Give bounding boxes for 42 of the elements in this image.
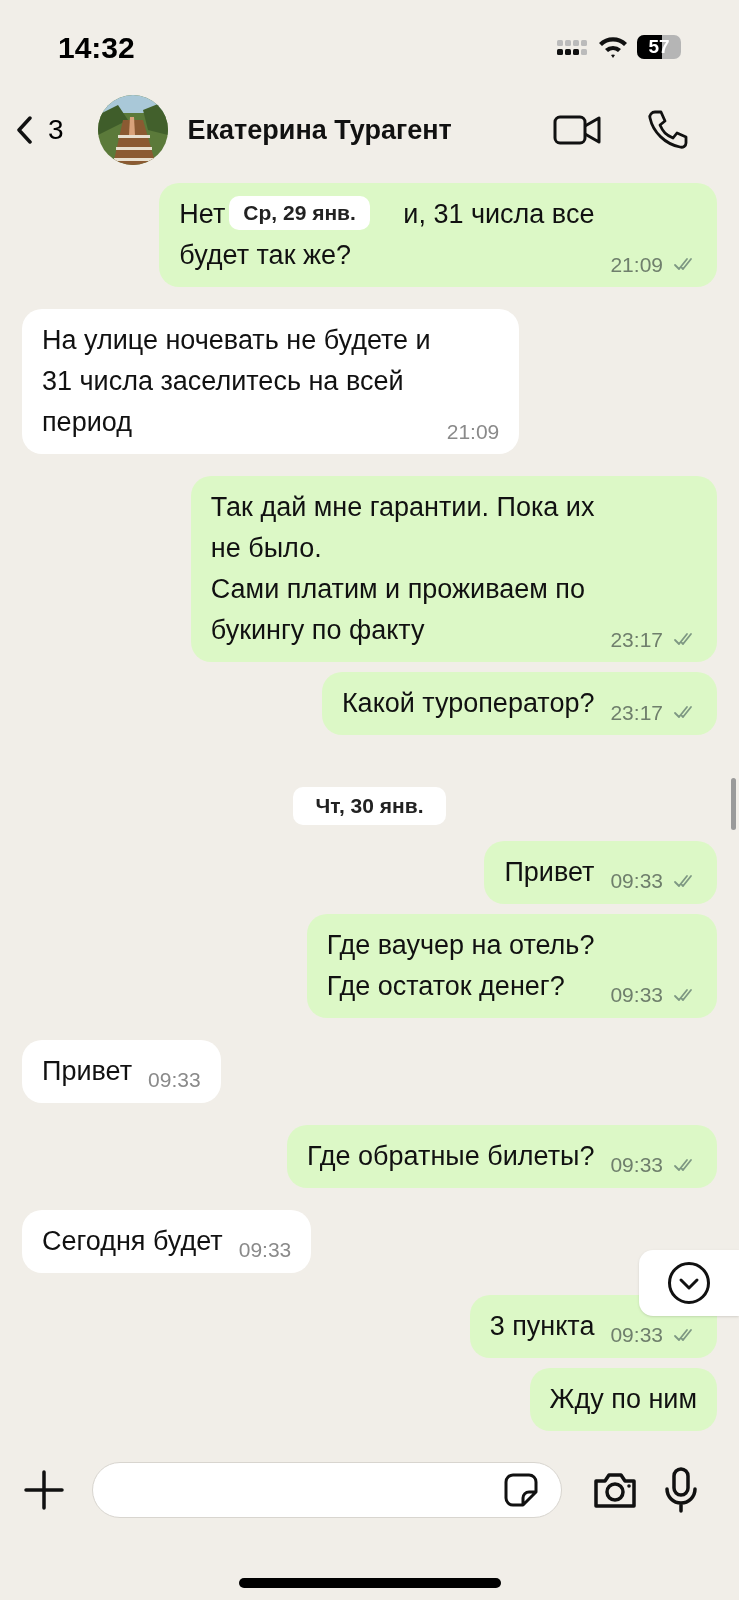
message-text: Жду по ним (549, 1382, 697, 1416)
scroll-indicator (731, 778, 736, 830)
message-time: 09:33 (238, 1237, 292, 1263)
plus-icon[interactable] (24, 1470, 64, 1510)
message-time: 09:33 (610, 1322, 663, 1348)
message-text: Где обратные билеты? (307, 1139, 595, 1173)
date-label: Чт, 30 янв. (293, 787, 446, 825)
video-call-icon[interactable] (553, 113, 601, 147)
chevron-down-icon (667, 1261, 711, 1305)
message-time: 09:33 (610, 982, 663, 1008)
wifi-icon (597, 35, 629, 59)
message-input-field[interactable] (92, 1462, 562, 1518)
message-text: Привет (42, 1054, 133, 1088)
back-button[interactable]: 3 (16, 109, 64, 151)
sticker-icon[interactable] (503, 1472, 539, 1508)
message-text: Привет (504, 855, 595, 889)
message-text: 3 пункта (489, 1309, 595, 1343)
phone-icon[interactable] (647, 109, 689, 151)
message-time: 23:17 (610, 699, 663, 726)
message-text: и, 31 числа все (403, 198, 595, 231)
back-icon (16, 116, 34, 144)
message-text: будет так же? (179, 239, 353, 272)
date-label: Ср, 29 янв. (229, 196, 370, 230)
contact-name[interactable]: Екатерина Турагент (187, 109, 452, 151)
message-text: Так дай мне гарантии. Пока их не было. Сами платим и проживаем по букингу по факту (210, 491, 595, 647)
message-time: 09:33 (148, 1067, 201, 1093)
status-time: 14:32 (58, 29, 135, 66)
signal-icon (557, 37, 589, 57)
message-text: Какой туроператор? (341, 687, 595, 720)
message-time: 09:33 (610, 1152, 663, 1178)
message-text: Где ваучер на отель? Где остаток денег? (326, 928, 595, 1003)
message-text: На улице ночевать не будете и 31 числа заселитесь на всей период (42, 324, 431, 439)
message-text: Сегодня будет (42, 1224, 223, 1258)
message-time: 21:09 (610, 251, 663, 278)
microphone-icon[interactable] (664, 1467, 698, 1513)
message-text: Нет (179, 198, 226, 231)
message-time: 23:17 (610, 626, 663, 653)
scroll-down-button[interactable] (639, 1250, 739, 1316)
message-time: 21:09 (446, 418, 500, 445)
message-time: 09:33 (610, 868, 663, 894)
unread-count: 3 (48, 113, 64, 147)
camera-icon[interactable] (592, 1470, 638, 1510)
